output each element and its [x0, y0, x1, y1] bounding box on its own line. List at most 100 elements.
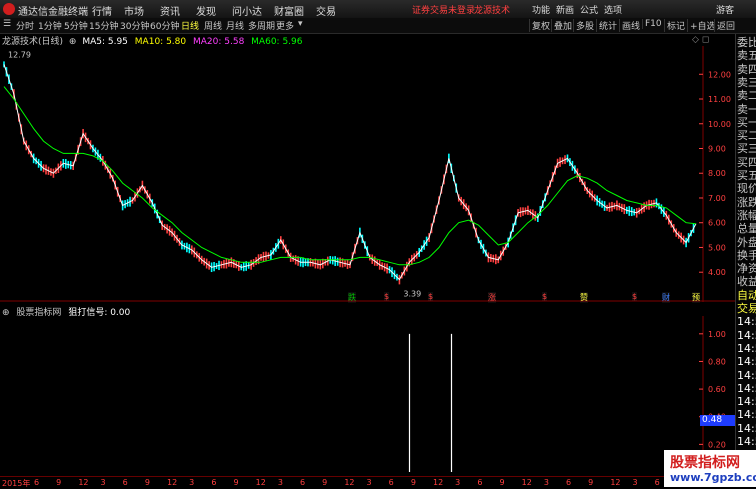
sidebar-item[interactable]: 卖五: [737, 49, 756, 62]
period-more[interactable]: 更多: [276, 19, 294, 32]
period-5min[interactable]: 5分钟: [64, 19, 88, 32]
btn-add-watchlist[interactable]: +自选: [687, 19, 718, 32]
menu-faxian[interactable]: 发现: [196, 3, 216, 18]
signal-bars: [408, 333, 453, 472]
btn-diejia[interactable]: 叠加: [551, 19, 574, 32]
sidebar-item[interactable]: 买四: [737, 156, 756, 169]
sidebar-item[interactable]: 卖三: [737, 76, 756, 89]
axis-month-label: 6: [34, 478, 40, 487]
menu-hangqing[interactable]: 行情: [92, 3, 112, 18]
sidebar-item[interactable]: 换手: [737, 249, 756, 262]
menu-gongneng[interactable]: 功能: [532, 3, 550, 16]
sidebar-item[interactable]: 卖四: [737, 63, 756, 76]
btn-duogu[interactable]: 多股: [573, 19, 596, 32]
sidebar-item[interactable]: 外盘: [737, 236, 756, 249]
period-daily[interactable]: 日线: [181, 19, 199, 32]
axis-month-label: 9: [56, 478, 62, 487]
event-marker[interactable]: 预: [692, 292, 700, 303]
sidebar-item[interactable]: 委比: [737, 36, 756, 49]
period-30min[interactable]: 30分钟: [120, 19, 149, 32]
axis-month-label: 6: [211, 478, 217, 487]
sidebar-item[interactable]: 14:5: [737, 395, 756, 408]
toolbar-menu-icon[interactable]: ☰: [3, 19, 11, 29]
sidebar-item[interactable]: 14:5: [737, 369, 756, 382]
period-weekly[interactable]: 周线: [204, 19, 222, 32]
sidebar-item[interactable]: 收益: [737, 275, 756, 288]
axis-month-label: 3: [277, 478, 283, 487]
axis-month-label: 12: [610, 478, 621, 487]
more-chevron-icon[interactable]: ▾: [298, 19, 303, 29]
period-fenshi[interactable]: 分时: [16, 19, 34, 32]
menu-jiaoyi[interactable]: 交易: [316, 3, 336, 18]
event-marker[interactable]: $: [632, 292, 638, 301]
sidebar-item[interactable]: 14:5: [737, 382, 756, 395]
ind-tick-label: 0.20: [708, 440, 726, 449]
btn-biaoji[interactable]: 标记: [664, 19, 687, 32]
btn-fuquan[interactable]: 复权: [529, 19, 552, 32]
axis-month-label: 9: [499, 478, 505, 487]
btn-tongji[interactable]: 统计: [596, 19, 619, 32]
sidebar-item[interactable]: 交易: [737, 302, 756, 315]
sidebar-item[interactable]: 卖一: [737, 103, 756, 116]
panel-control-icons[interactable]: ◇ ◻: [692, 35, 709, 45]
axis-month-label: 6: [566, 478, 572, 487]
price-tick-label: 5.00: [708, 243, 726, 252]
event-markers: 跌 $ $ 涨 $ 赞 $ 财 预: [0, 292, 735, 303]
axis-month-label: 3: [189, 478, 195, 487]
sidebar-item[interactable]: 14:5: [737, 315, 756, 328]
menu-xuanxiang[interactable]: 选项: [604, 3, 622, 16]
period-60min[interactable]: 60分钟: [150, 19, 179, 32]
period-multi[interactable]: 多周期: [248, 19, 275, 32]
ma60-line: [3, 86, 697, 266]
sidebar-item[interactable]: 14:5: [737, 342, 756, 355]
price-annotations: 12.793.39: [8, 51, 421, 299]
sidebar-item[interactable]: 14:5: [737, 329, 756, 342]
sidebar-item[interactable]: 现价: [737, 182, 756, 195]
sidebar-item[interactable]: 买二: [737, 129, 756, 142]
sidebar-item[interactable]: 14:5: [737, 408, 756, 421]
price-tick-label: 8.00: [708, 169, 726, 178]
period-15min[interactable]: 15分钟: [89, 19, 118, 32]
trade-login-notice[interactable]: 证券交易未登录: [412, 3, 475, 16]
sidebar-item[interactable]: 14:5: [737, 355, 756, 368]
sidebar-item[interactable]: 涨幅: [737, 209, 756, 222]
sidebar-item[interactable]: 涨跌: [737, 196, 756, 209]
sidebar-item[interactable]: 14:5: [737, 422, 756, 435]
sidebar-item[interactable]: 自动: [737, 289, 756, 302]
menu-wenxiaoda[interactable]: 问小达: [232, 3, 262, 18]
event-marker[interactable]: $: [384, 292, 390, 301]
event-marker[interactable]: 跌: [348, 292, 356, 303]
btn-back[interactable]: 返回: [714, 19, 737, 32]
btn-huaxian[interactable]: 画线: [619, 19, 642, 32]
menu-xinhua[interactable]: 新画: [556, 3, 574, 16]
user-label[interactable]: 游客: [716, 3, 734, 16]
event-marker[interactable]: $: [542, 292, 548, 301]
menu-gongshi[interactable]: 公式: [580, 3, 598, 16]
axis-month-label: 9: [144, 478, 150, 487]
axis-month-label: 3: [100, 478, 106, 487]
event-marker[interactable]: $: [428, 292, 434, 301]
sidebar-item[interactable]: 14:5: [737, 435, 756, 448]
sidebar-item[interactable]: 净资: [737, 262, 756, 275]
sidebar-item[interactable]: 总量: [737, 222, 756, 235]
sidebar-item[interactable]: 买一: [737, 116, 756, 129]
axis-month-label: 3: [632, 478, 638, 487]
event-marker[interactable]: 赞: [580, 292, 588, 303]
event-marker[interactable]: 涨: [488, 292, 496, 303]
menu-zixun[interactable]: 资讯: [160, 3, 180, 18]
period-monthly[interactable]: 月线: [226, 19, 244, 32]
sidebar-item[interactable]: 买三: [737, 142, 756, 155]
axis-month-label: 12: [78, 478, 89, 487]
sidebar-item[interactable]: 买五: [737, 169, 756, 182]
indicator-readout: 0.48: [700, 415, 736, 426]
price-tick-label: 10.00: [708, 120, 731, 129]
sidebar-item[interactable]: 卖二: [737, 89, 756, 102]
period-1min[interactable]: 1分钟: [38, 19, 62, 32]
menu-shichang[interactable]: 市场: [124, 3, 144, 18]
axis-month-label: 12: [255, 478, 266, 487]
price-tick-label: 12.00: [708, 70, 731, 79]
event-marker[interactable]: 财: [662, 292, 670, 303]
btn-f10[interactable]: F10: [642, 19, 664, 29]
axis-month-label: 3: [543, 478, 549, 487]
menu-caifuquan[interactable]: 财富圈: [274, 3, 304, 18]
